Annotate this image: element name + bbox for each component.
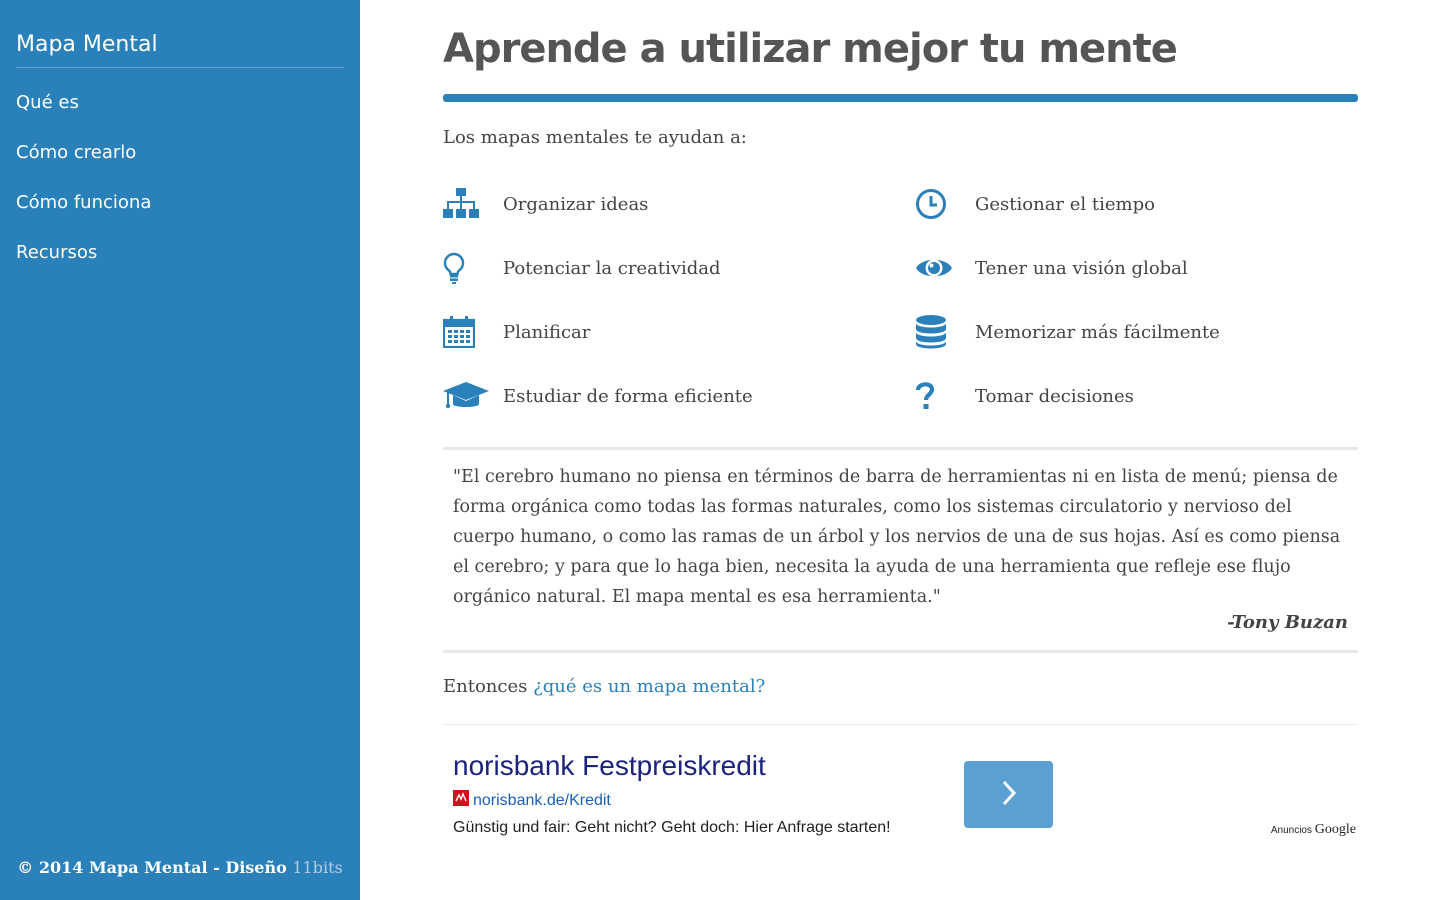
favicon-icon: [453, 790, 469, 811]
what-is-mind-map-link[interactable]: ¿qué es un mapa mental?: [533, 676, 765, 697]
benefit-label: Planificar: [503, 321, 591, 343]
nav-item-recursos[interactable]: Recursos: [16, 242, 151, 292]
graduation-cap-icon: [443, 380, 503, 412]
intro-text: Los mapas mentales te ayudan a:: [443, 127, 747, 148]
sitemap-icon: [443, 188, 503, 220]
benefit-label: Organizar ideas: [503, 193, 649, 215]
quote-author: -Tony Buzan: [1227, 612, 1348, 633]
ads-by-google-badge[interactable]: Anuncios Google: [1271, 822, 1356, 838]
page-title: Aprende a utilizar mejor tu mente: [443, 26, 1178, 72]
ad-description: Günstig und fair: Geht nicht? Geht doch:…: [453, 819, 891, 836]
next-step-text: Entonces ¿qué es un mapa mental?: [443, 676, 765, 697]
title-underline: [443, 94, 1358, 102]
question-icon: [915, 381, 975, 411]
nav-item-como-funciona[interactable]: Cómo funciona: [16, 192, 151, 242]
quote-top-divider: [443, 447, 1358, 450]
next-step-prefix: Entonces: [443, 676, 528, 697]
ad-url[interactable]: norisbank.de/Kredit: [453, 790, 611, 811]
calendar-icon: [443, 316, 503, 348]
lightbulb-icon: [443, 252, 503, 284]
eye-icon: [915, 254, 975, 282]
ad-title-link[interactable]: norisbank Festpreiskredit: [453, 750, 766, 782]
site-brand[interactable]: Mapa Mental: [16, 32, 344, 68]
benefit-item: Potenciar la creatividad: [443, 251, 721, 285]
ad-url-text[interactable]: norisbank.de/Kredit: [473, 792, 611, 810]
ad-arrow-button[interactable]: [964, 761, 1053, 828]
nav-item-que-es[interactable]: Qué es: [16, 92, 151, 142]
benefit-label: Potenciar la creatividad: [503, 257, 721, 279]
sidebar-nav: Qué es Cómo crearlo Cómo funciona Recurs…: [16, 92, 151, 292]
chevron-right-icon: [999, 778, 1019, 812]
ad-divider: [443, 724, 1358, 725]
benefit-item: Planificar: [443, 315, 590, 349]
quote-bottom-divider: [443, 650, 1358, 653]
footer-credit-link[interactable]: 11bits: [292, 858, 342, 877]
benefit-item: Estudiar de forma eficiente: [443, 379, 753, 413]
benefit-item: Organizar ideas: [443, 187, 648, 221]
quote-text: "El cerebro humano no piensa en términos…: [453, 467, 1341, 607]
benefit-item: Memorizar más fácilmente: [915, 315, 1220, 349]
ad-badge-label: Anuncios: [1270, 825, 1312, 836]
benefit-label: Gestionar el tiempo: [975, 193, 1155, 215]
benefit-item: Tomar decisiones: [915, 379, 1134, 413]
benefit-label: Tener una visión global: [975, 257, 1188, 279]
nav-item-como-crearlo[interactable]: Cómo crearlo: [16, 142, 151, 192]
benefit-label: Memorizar más fácilmente: [975, 321, 1220, 343]
footer-copyright: © 2014 Mapa Mental - Diseño: [17, 858, 287, 877]
benefit-label: Tomar decisiones: [975, 385, 1134, 407]
sidebar-footer: © 2014 Mapa Mental - Diseño 11bits: [0, 858, 360, 877]
clock-icon: [915, 188, 975, 220]
benefit-item: Gestionar el tiempo: [915, 187, 1155, 221]
database-icon: [915, 315, 975, 349]
benefit-item: Tener una visión global: [915, 251, 1188, 285]
ad-badge-brand: Google: [1314, 822, 1356, 837]
benefit-label: Estudiar de forma eficiente: [503, 385, 753, 407]
sidebar: Mapa Mental Qué es Cómo crearlo Cómo fun…: [0, 0, 360, 900]
